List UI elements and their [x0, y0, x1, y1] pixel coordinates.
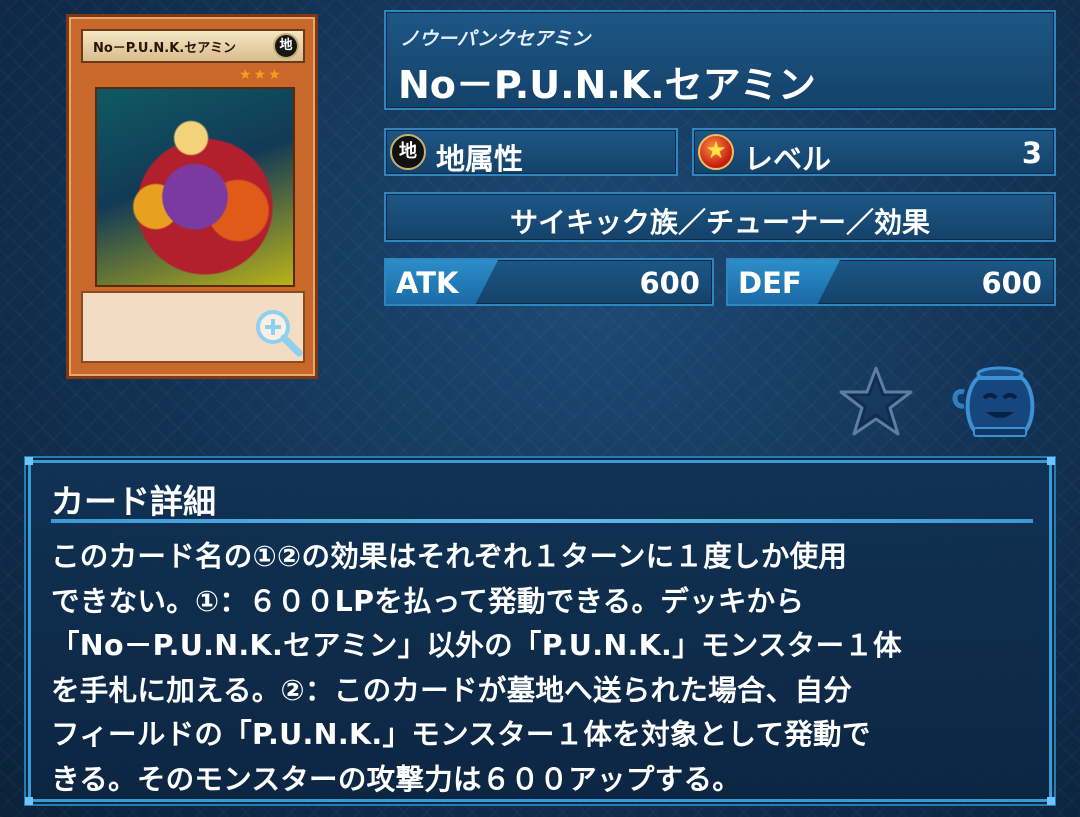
atk-value: 600: [639, 266, 700, 300]
panel-corner: [1047, 797, 1055, 805]
panel-corner: [25, 457, 33, 465]
def-value: 600: [981, 266, 1042, 300]
card-image-level-stars: ★★★: [239, 67, 283, 83]
card-name-reading: ノウーパンクセアミン: [400, 28, 591, 50]
card-artwork: [95, 87, 295, 287]
def-box: DEF 600: [726, 258, 1056, 306]
card-effect-text: このカード名の①②の効果はそれぞれ１ターンに１度しか使用 できない。①：６００L…: [51, 540, 902, 796]
def-label: DEF: [738, 266, 802, 300]
panel-corner: [1047, 457, 1055, 465]
detail-header: カード詳細: [51, 482, 216, 521]
level-value: 3: [1021, 136, 1042, 170]
card-title: No－P.U.N.K.セアミン: [398, 63, 816, 107]
magnifier-plus-icon[interactable]: [251, 305, 305, 359]
type-line: サイキック族／チューナー／効果: [509, 206, 930, 239]
star-icon[interactable]: [838, 364, 914, 440]
level-box: ★ レベル 3: [692, 128, 1056, 176]
detail-divider: [51, 519, 1033, 523]
panel-corner: [25, 797, 33, 805]
card-image-name: No－P.U.N.K.セアミン: [93, 41, 236, 56]
type-line-box: サイキック族／チューナー／効果: [384, 192, 1056, 242]
card-image[interactable]: No－P.U.N.K.セアミン 地 ★★★: [66, 14, 318, 379]
card-image-name-bar: No－P.U.N.K.セアミン 地: [81, 29, 305, 63]
atk-box: ATK 600: [384, 258, 714, 306]
card-image-attribute-icon: 地: [273, 33, 299, 59]
level-star-icon: ★: [698, 134, 734, 170]
level-label: レベル: [744, 142, 832, 176]
card-detail-panel: カード詳細 このカード名の①②の効果はそれぞれ１ターンに１度しか使用 できない。…: [25, 457, 1055, 805]
atk-label: ATK: [396, 266, 459, 300]
earth-attribute-icon: 地: [390, 134, 426, 170]
attribute-label: 地属性: [436, 142, 524, 176]
pot-icon[interactable]: [950, 364, 1042, 440]
card-image-textbox: [81, 291, 305, 363]
attribute-box: 地 地属性: [384, 128, 678, 176]
card-name-panel: ノウーパンクセアミン No－P.U.N.K.セアミン: [384, 10, 1056, 110]
